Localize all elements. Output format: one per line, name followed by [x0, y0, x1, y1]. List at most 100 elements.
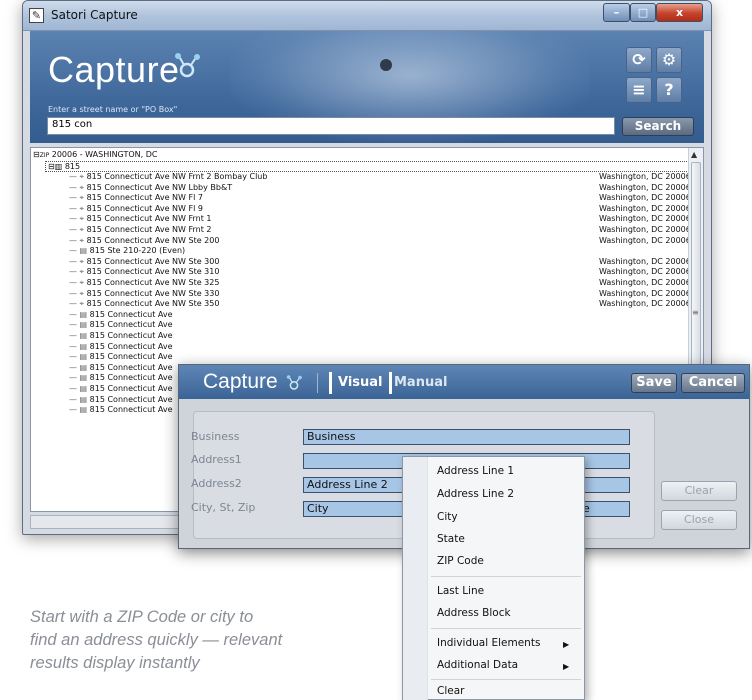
tree-row[interactable]: — ⌖ 815 Connecticut Ave NW Frnt 2 Washing… [69, 225, 691, 236]
save-button[interactable]: Save [631, 373, 677, 393]
header-divider [317, 373, 318, 393]
state-zip-field[interactable]: e [579, 501, 630, 517]
address-search-input[interactable]: 815 con [47, 117, 615, 135]
tree-row[interactable]: — ▤ 815 Ste 210-220 (Even) [69, 246, 185, 257]
menu-item-additional-data[interactable]: Additional Data [437, 659, 518, 671]
tree-row[interactable]: — ▤ 815 Connecticut Ave [69, 310, 173, 321]
caption-line-2: find an address quickly — relevant [30, 631, 283, 649]
window-title: Satori Capture [51, 8, 138, 22]
address2-label: Address2 [191, 477, 242, 490]
range-icon: — ▤ [69, 405, 90, 415]
search-button[interactable]: Search [622, 117, 694, 136]
tree-row-text: 815 Connecticut Ave NW Ste 330 [86, 288, 220, 298]
tree-row-city: Washington, DC 20006 [599, 256, 691, 266]
tree-row[interactable]: — ▤ 815 Connecticut Ave [69, 320, 173, 331]
tree-row-text: 815 Connecticut Ave [89, 394, 173, 404]
tree-row[interactable]: — ▤ 815 Connecticut Ave [69, 405, 173, 416]
city-field[interactable]: City [303, 501, 403, 517]
tree-row[interactable]: — ⌖ 815 Connecticut Ave NW Lbby Bb&T Wash… [69, 183, 691, 194]
tree-row-city: Washington, DC 20006 [599, 267, 691, 277]
tree-row-city: Washington, DC 20006 [599, 235, 691, 245]
tree-row-text: 815 Connecticut Ave NW Frnt 1 [86, 214, 212, 224]
menu-item-individual-elements[interactable]: Individual Elements [437, 637, 540, 649]
field-context-menu: Address Line 1 Address Line 2 City State… [402, 456, 585, 700]
menu-separator [431, 679, 581, 680]
address-point-icon: — ⌖ [69, 299, 87, 309]
tree-row[interactable]: — ⌖ 815 Connecticut Ave NW Frnt 1 Washing… [69, 214, 691, 225]
tree-row[interactable]: — ⌖ 815 Connecticut Ave NW Fl 7 Washingto… [69, 193, 691, 204]
collapse-icon[interactable]: ⊟ [48, 162, 55, 171]
tree-row[interactable]: — ⌖ 815 Connecticut Ave NW Ste 330 Washin… [69, 288, 691, 300]
tree-row-text: 815 Connecticut Ave NW Fl 7 [86, 193, 203, 203]
help-icon[interactable]: ? [656, 77, 682, 103]
tree-row-text: 815 Connecticut Ave NW Ste 325 [86, 278, 220, 287]
collapse-icon[interactable]: ⊟ [33, 150, 40, 159]
tree-row[interactable]: — ⌖ 815 Connecticut Ave NW Fl 9 Washingto… [69, 203, 691, 215]
tree-row-text: 815 Connecticut Ave NW Ste 300 [86, 256, 220, 266]
tree-row[interactable]: — ▤ 815 Connecticut Ave [69, 352, 173, 363]
gear-icon[interactable]: ⚙ [656, 47, 682, 73]
title-bar[interactable]: ✎ Satori Capture – □ x [23, 1, 711, 31]
minimize-button[interactable]: – [603, 3, 630, 22]
caption-line-3: results display instantly [30, 654, 200, 672]
menu-item-city[interactable]: City [437, 511, 458, 523]
close-dialog-button[interactable]: Close [661, 510, 737, 530]
tree-row-city: Washington, DC 20006 [599, 288, 691, 298]
dialog-header: Capture Visual Manual Save Cancel [179, 365, 749, 399]
clear-button[interactable]: Clear [661, 481, 737, 501]
tree-row[interactable]: — ▤ 815 Connecticut Ave [69, 363, 173, 374]
tree-row-text: 815 Connecticut Ave NW Ste 310 [86, 267, 220, 277]
tab-manual[interactable]: Manual [394, 373, 447, 393]
cancel-button[interactable]: Cancel [681, 373, 745, 393]
menu-item-address-line-2[interactable]: Address Line 2 [437, 488, 514, 500]
tree-row-text: 815 Connecticut Ave [89, 320, 173, 330]
tree-row-city: Washington, DC 20006 [599, 299, 691, 309]
tree-row[interactable]: — ⌖ 815 Connecticut Ave NW Ste 310 Washin… [69, 267, 691, 278]
tab-visual[interactable]: Visual [329, 372, 392, 394]
menu-item-address-block[interactable]: Address Block [437, 607, 511, 619]
menu-item-clear[interactable]: Clear [437, 685, 464, 697]
tree-row-text: 815 Connecticut Ave [89, 362, 173, 372]
app-icon: ✎ [29, 8, 44, 23]
building-icon: ▥ [54, 162, 63, 171]
marketing-caption: Start with a ZIP Code or city to find an… [30, 606, 390, 675]
address-point-icon: — ⌖ [69, 172, 87, 181]
tree-zip-node[interactable]: ⊟ZIP 20006 - WASHINGTON, DC [33, 150, 157, 161]
tree-row-text: 815 Connecticut Ave NW Ste 200 [86, 235, 220, 245]
scroll-up-icon[interactable]: ▲ [691, 150, 697, 159]
address-point-icon: — ⌖ [69, 288, 87, 298]
maximize-button[interactable]: □ [630, 3, 656, 22]
capture-logo-mark-icon [175, 53, 200, 78]
refresh-icon[interactable]: ⟳ [626, 47, 652, 73]
range-icon: — ▤ [69, 384, 90, 393]
tree-row[interactable]: — ⌖ 815 Connecticut Ave NW Ste 200 Washin… [69, 235, 691, 247]
tree-row[interactable]: — ⌖ 815 Connecticut Ave NW Frnt 2 Bombay… [69, 172, 691, 183]
menu-item-address-line-1[interactable]: Address Line 1 [437, 465, 514, 477]
tree-row-text: 815 Ste 210-220 (Even) [89, 246, 186, 256]
tree-row-city: Washington, DC 20006 [599, 203, 691, 213]
business-field[interactable]: Business [303, 429, 630, 445]
tree-row-city: Washington, DC 20006 [599, 182, 691, 192]
range-icon: — ▤ [69, 320, 90, 330]
submenu-arrow-icon: ▶ [563, 640, 570, 649]
tree-row[interactable]: — ⌖ 815 Connecticut Ave NW Ste 325 Washin… [69, 278, 691, 289]
tree-row-text: 815 Connecticut Ave [89, 341, 173, 351]
menu-item-state[interactable]: State [437, 533, 465, 545]
tree-row[interactable]: — ▤ 815 Connecticut Ave [69, 373, 173, 384]
tree-row[interactable]: — ▤ 815 Connecticut Ave [69, 342, 173, 353]
tree-row[interactable]: — ▤ 815 Connecticut Ave [69, 384, 173, 395]
menu-item-last-line[interactable]: Last Line [437, 585, 484, 597]
tree-row[interactable]: — ⌖ 815 Connecticut Ave NW Ste 300 Washin… [69, 256, 691, 268]
close-button[interactable]: x [656, 3, 703, 22]
address-point-icon: — ⌖ [69, 193, 87, 203]
tree-street-node[interactable]: ⊟▥ 815 [45, 161, 697, 172]
tree-row[interactable]: — ▤ 815 Connecticut Ave [69, 331, 173, 342]
range-icon: — ▤ [69, 373, 90, 383]
zip-node-label: 20006 - WASHINGTON, DC [51, 150, 158, 159]
tree-row[interactable]: — ⌖ 815 Connecticut Ave NW Ste 350 Washin… [69, 299, 691, 310]
list-icon[interactable]: ≡ [626, 77, 652, 103]
tree-row[interactable]: — ▤ 815 Connecticut Ave [69, 395, 173, 406]
menu-item-zip-code[interactable]: ZIP Code [437, 555, 484, 567]
address-point-icon: — ⌖ [69, 203, 87, 213]
tree-row-text: 815 Connecticut Ave NW Frnt 2 Bombay Clu… [86, 172, 268, 181]
